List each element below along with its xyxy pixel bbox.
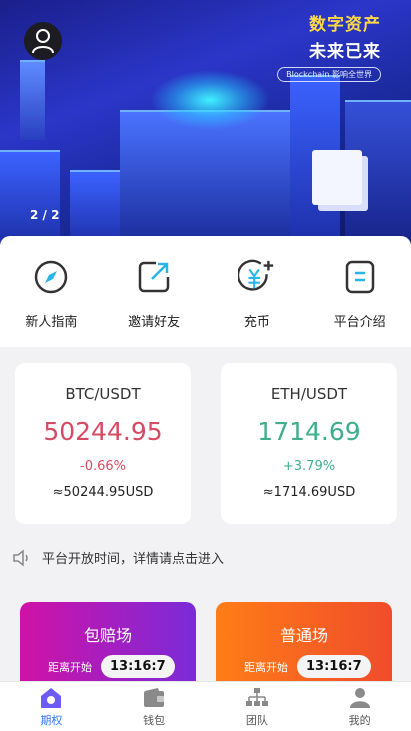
market-pair: BTC/USDT — [65, 385, 141, 403]
banner-paper-stack — [312, 150, 362, 205]
notice-text: 平台开放时间，详情请点击进入 — [42, 552, 225, 567]
market-price: 1714.69 — [257, 417, 361, 446]
shortcut-panel: 新人指南 邀请好友 充币 平台介绍 — [0, 236, 411, 347]
nav-item-me[interactable]: 我的 — [308, 682, 411, 731]
bottom-nav: 期权 钱包 团队 我的 — [0, 681, 411, 731]
banner-title-line1: 数字资产 — [309, 15, 381, 35]
user-icon — [32, 29, 54, 54]
countdown-label: 距离开始 — [244, 660, 288, 674]
compass-icon — [35, 260, 68, 294]
notice-bar[interactable]: 平台开放时间，详情请点击进入 — [12, 548, 224, 567]
shortcut-guide[interactable]: 新人指南 — [0, 236, 103, 347]
nav-label: 我的 — [348, 714, 371, 727]
yen-plus-icon — [237, 259, 274, 291]
home-icon — [41, 688, 62, 708]
arena-card-compensation[interactable]: 包赔场 距离开始 13:16:7 — [20, 602, 196, 692]
nav-item-wallet[interactable]: 钱包 — [103, 682, 206, 731]
shortcut-label: 新人指南 — [25, 315, 78, 330]
banner-building — [0, 150, 60, 245]
team-icon — [245, 688, 268, 706]
market-usd-value: ≈1714.69USD — [262, 485, 356, 500]
document-icon — [345, 260, 374, 294]
nav-label: 团队 — [245, 714, 268, 727]
hero-banner[interactable]: 数字资产 未来已来 Blockchain 影响全世界 2 / 2 — [0, 0, 411, 245]
nav-label: 期权 — [40, 714, 63, 727]
arena-card-normal[interactable]: 普通场 距离开始 13:16:7 — [216, 602, 392, 692]
banner-pager: 2 / 2 — [30, 208, 60, 222]
speaker-icon — [13, 548, 28, 567]
shortcut-deposit[interactable]: 充币 — [206, 236, 309, 347]
countdown-timer: 13:16:7 — [101, 655, 175, 678]
countdown-label: 距离开始 — [48, 660, 92, 674]
banner-title-line2: 未来已来 — [309, 42, 381, 62]
shortcut-about[interactable]: 平台介绍 — [308, 236, 411, 347]
banner-building — [120, 110, 300, 245]
nav-label: 钱包 — [143, 714, 166, 727]
countdown-timer: 13:16:7 — [297, 655, 371, 678]
arena-name: 普通场 — [279, 626, 328, 645]
shortcut-label: 平台介绍 — [333, 315, 386, 330]
banner-tagline: Blockchain 影响全世界 — [277, 67, 381, 82]
shortcut-label: 邀请好友 — [128, 315, 181, 330]
shortcut-invite[interactable]: 邀请好友 — [103, 236, 206, 347]
market-pair: ETH/USDT — [270, 385, 348, 403]
banner-glow — [150, 70, 270, 130]
market-usd-value: ≈50244.95USD — [52, 485, 154, 500]
user-icon — [349, 688, 370, 708]
nav-item-team[interactable]: 团队 — [206, 682, 309, 731]
banner-headline: 数字资产 未来已来 Blockchain 影响全世界 — [277, 10, 381, 82]
avatar-button[interactable] — [24, 22, 62, 60]
banner-building — [20, 60, 45, 140]
market-change: +3.79% — [282, 459, 336, 474]
market-card-eth[interactable]: ETH/USDT 1714.69 +3.79% ≈1714.69USD — [221, 363, 397, 524]
shortcut-label: 充币 — [243, 315, 270, 330]
market-card-btc[interactable]: BTC/USDT 50244.95 -0.66% ≈50244.95USD — [15, 363, 191, 524]
wallet-icon — [144, 688, 165, 707]
share-icon — [138, 261, 170, 293]
market-price: 50244.95 — [43, 417, 163, 446]
nav-item-options[interactable]: 期权 — [0, 682, 103, 731]
market-change: -0.66% — [80, 459, 126, 474]
arena-name: 包赔场 — [83, 626, 132, 645]
